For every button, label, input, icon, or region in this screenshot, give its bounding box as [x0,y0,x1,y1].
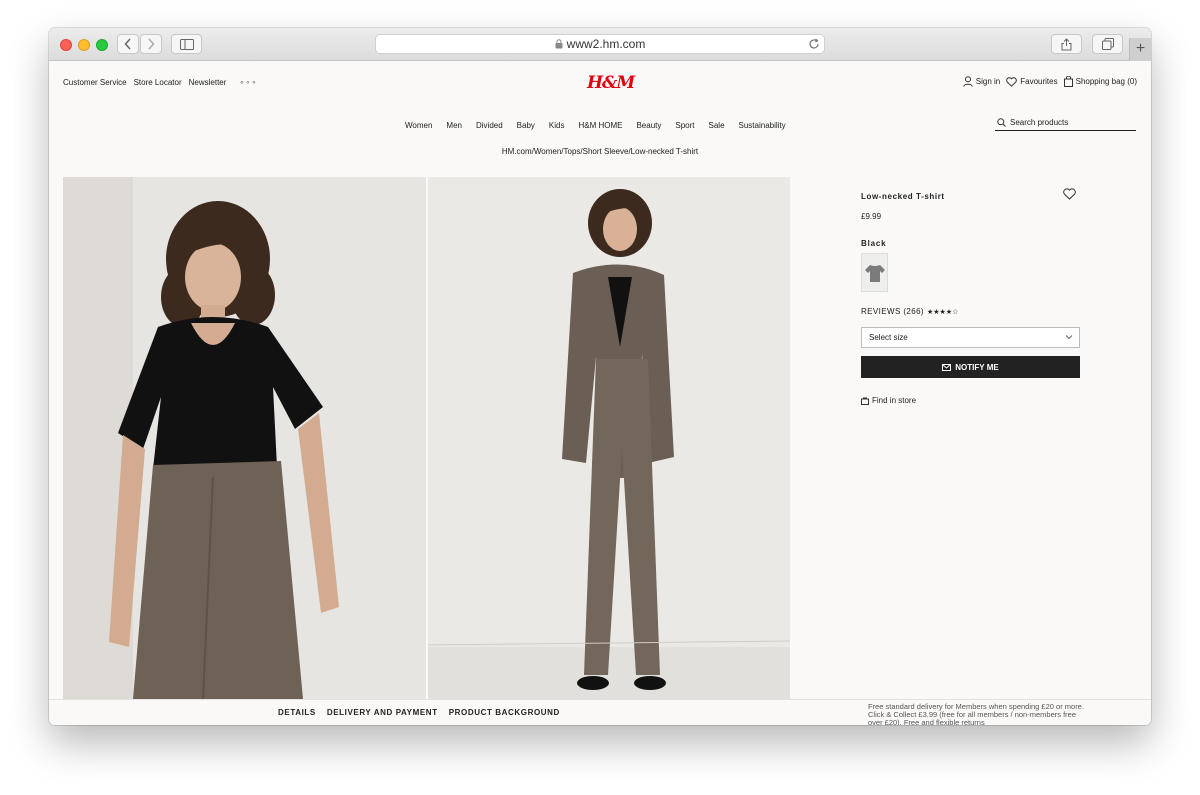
close-window-button[interactable] [60,39,72,51]
notify-me-label: NOTIFY ME [955,362,999,372]
browser-toolbar: www2.hm.com + [49,28,1151,61]
size-select[interactable]: Select size [861,327,1080,348]
newsletter-link[interactable]: Newsletter [189,78,227,87]
utility-links: Customer Service Store Locator Newslette… [63,78,257,87]
nav-item-hm-home[interactable]: H&M HOME [578,121,622,130]
find-in-store-label: Find in store [872,396,917,405]
chevron-right-icon [148,38,155,50]
sidebar-icon [179,38,194,50]
model-image-2 [428,177,790,699]
tab-product-background[interactable]: PRODUCT BACKGROUND [449,708,560,717]
nav-item-sale[interactable]: Sale [709,121,725,130]
heart-icon [1006,76,1018,87]
reviews-link[interactable]: REVIEWS (266) ★★★★☆ [861,307,958,316]
forward-button[interactable] [140,34,162,54]
product-image-front[interactable] [63,177,426,699]
tabs-icon [1101,38,1114,50]
maximize-window-button[interactable] [96,39,108,51]
user-icon [963,76,973,87]
more-icon[interactable]: ∘∘∘ [239,78,257,87]
nav-item-beauty[interactable]: Beauty [636,121,661,130]
nav-item-kids[interactable]: Kids [549,121,565,130]
main-navigation: Women Men Divided Baby Kids H&M HOME Bea… [405,121,800,130]
product-name: Low-necked T-shirt [861,192,945,201]
favourites-link[interactable]: Favourites [1006,76,1058,87]
share-icon [1061,37,1072,50]
store-icon [861,397,869,405]
tab-delivery-and-payment[interactable]: DELIVERY AND PAYMENT [327,708,438,717]
envelope-icon [942,363,952,371]
notify-me-button[interactable]: NOTIFY ME [861,356,1080,378]
tshirt-icon [864,264,885,282]
search-placeholder: Search products [1010,117,1069,127]
shopping-bag-label: Shopping bag (0) [1075,77,1137,86]
sign-in-label: Sign in [975,77,1001,86]
url-text: www2.hm.com [566,37,646,51]
product-image-outfit[interactable] [428,177,790,699]
lock-icon [555,39,563,49]
store-locator-link[interactable]: Store Locator [134,78,182,87]
search-icon [997,117,1006,127]
nav-item-baby[interactable]: Baby [517,121,535,130]
tabs-overview-button[interactable] [1092,34,1123,54]
minimize-window-button[interactable] [78,39,90,51]
model-image-1 [63,177,426,699]
nav-item-sport[interactable]: Sport [675,121,694,130]
nav-item-sustainability[interactable]: Sustainability [739,121,786,130]
address-bar[interactable]: www2.hm.com [375,34,825,54]
new-tab-button[interactable]: + [1129,38,1151,61]
color-swatch-black[interactable] [861,253,888,292]
customer-service-link[interactable]: Customer Service [63,78,127,87]
product-info-tabs: DETAILS DELIVERY AND PAYMENT PRODUCT BAC… [278,708,560,717]
shopping-bag-icon [1063,76,1073,87]
product-price: £9.99 [861,212,882,221]
nav-item-women[interactable]: Women [405,121,432,130]
nav-item-men[interactable]: Men [446,121,462,130]
size-placeholder: Select size [869,333,908,342]
back-button[interactable] [117,34,139,54]
nav-item-divided[interactable]: Divided [476,121,503,130]
account-links: Sign in Favourites Shopping bag (0) [963,76,1137,87]
browser-window: www2.hm.com + Customer Service Store Loc… [49,28,1151,725]
favourite-heart-icon[interactable] [1063,188,1076,200]
page-content: Customer Service Store Locator Newslette… [49,61,1151,725]
rating-stars: ★★★★☆ [927,308,959,316]
shopping-bag-link[interactable]: Shopping bag (0) [1063,76,1137,87]
reload-icon[interactable] [808,38,820,50]
color-label: Black [861,239,887,248]
chevron-down-icon [1065,335,1073,340]
favourites-label: Favourites [1020,77,1058,86]
hm-logo[interactable]: H&M [587,73,635,93]
tab-details[interactable]: DETAILS [278,708,316,717]
share-button[interactable] [1051,34,1082,54]
chevron-left-icon [124,38,131,50]
sign-in-link[interactable]: Sign in [963,76,1000,87]
find-in-store-link[interactable]: Find in store [861,396,916,405]
breadcrumb[interactable]: HM.com/Women/Tops/Short Sleeve/Low-necke… [49,147,1151,156]
reviews-label: REVIEWS (266) [861,307,924,316]
sidebar-toggle-button[interactable] [171,34,202,54]
delivery-note: Free standard delivery for Members when … [868,702,1084,726]
search-input[interactable]: Search products [995,114,1136,131]
product-info-bar: DETAILS DELIVERY AND PAYMENT PRODUCT BAC… [49,699,1151,725]
